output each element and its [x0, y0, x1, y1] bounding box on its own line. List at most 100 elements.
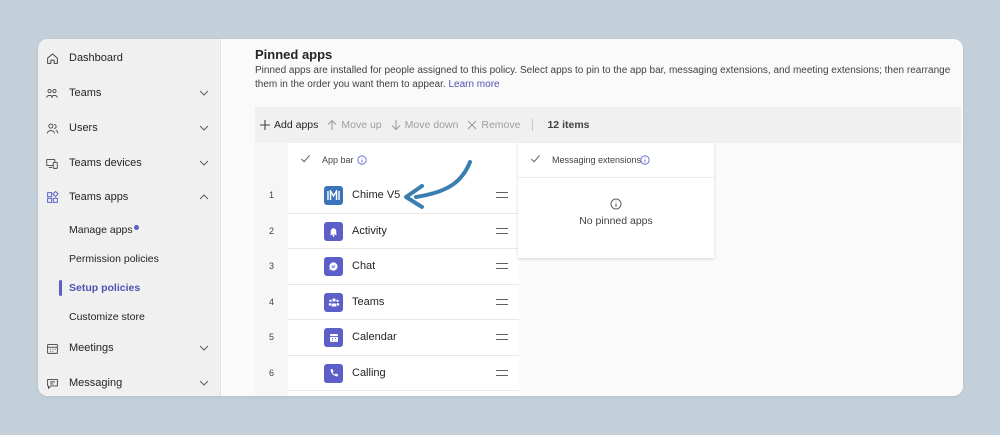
app-bar-list: App bar 1 Chime V5 2 Activity 3 Chat 4 T… [255, 143, 519, 396]
sidebar-item-label: Teams devices [69, 157, 142, 169]
add-apps-button[interactable]: Add apps [259, 119, 318, 131]
drag-handle-icon[interactable] [496, 369, 508, 377]
move-up-label: Move up [341, 119, 382, 131]
drag-handle-icon[interactable] [496, 227, 508, 235]
row-number: 6 [268, 367, 274, 378]
description-text: Pinned apps are installed for people ass… [255, 65, 951, 90]
app-cell[interactable]: Activity [288, 213, 519, 249]
sidebar-item-label: Meetings [69, 342, 114, 354]
sidebar-item-label: Teams apps [69, 191, 129, 203]
list-item[interactable]: 5 Calendar [255, 320, 519, 356]
move-down-label: Move down [404, 119, 459, 131]
sidebar-subitem-manage-apps[interactable]: Manage apps [38, 219, 221, 241]
users-icon [45, 121, 59, 135]
app-bar-header-label: App bar [322, 155, 354, 165]
sidebar-subitem-label: Manage apps [69, 224, 133, 236]
chat-icon [324, 257, 343, 276]
sidebar-item-teams[interactable]: Teams [38, 78, 221, 108]
app-name: Activity [352, 224, 387, 237]
drag-handle-icon[interactable] [496, 298, 508, 306]
sidebar-subitem-label: Permission policies [69, 253, 159, 265]
sidebar-subitem-label: Setup policies [69, 282, 141, 294]
sidebar-item-dashboard[interactable]: Dashboard [38, 43, 221, 73]
list-item[interactable]: 1 Chime V5 [255, 178, 519, 214]
header-divider [518, 177, 714, 178]
arrow-up-icon [326, 119, 338, 131]
list-item[interactable]: 3 Chat [255, 249, 519, 285]
active-indicator [59, 280, 62, 296]
list-item[interactable]: 6 Calling [255, 355, 519, 391]
item-count: 12 items [547, 119, 590, 131]
chevron-down-icon[interactable] [198, 377, 210, 389]
empty-state-text: No pinned apps [579, 215, 653, 227]
drag-handle-icon[interactable] [496, 333, 508, 341]
close-icon [466, 119, 478, 131]
app-cell[interactable]: Chime V5 [288, 178, 519, 214]
message-icon [45, 376, 59, 390]
chevron-down-icon[interactable] [198, 122, 210, 134]
app-name: Calendar [352, 331, 397, 343]
row-number: 3 [268, 261, 274, 271]
list-item[interactable]: 2 Activity [255, 213, 519, 249]
info-icon [610, 198, 622, 210]
chevron-down-icon[interactable] [198, 87, 210, 99]
drag-handle-icon[interactable] [496, 191, 508, 199]
bell-icon [324, 221, 343, 241]
sidebar-subitem-customize-store[interactable]: Customize store [38, 306, 221, 328]
checkmark-icon[interactable] [530, 153, 541, 164]
teams-icon [45, 86, 59, 100]
sidebar-item-meetings[interactable]: Meetings [38, 333, 221, 363]
app-name: Chime V5 [352, 189, 401, 201]
home-icon [45, 51, 59, 65]
list-item[interactable]: 4 Teams [255, 284, 519, 320]
toolbar: Add apps Move up Move down Remove 12 ite… [255, 107, 961, 143]
page-title: Pinned apps [255, 47, 333, 62]
app-cell[interactable]: Chat [288, 249, 519, 285]
app-cell[interactable]: Calendar [288, 320, 519, 356]
chevron-up-icon[interactable] [198, 191, 210, 203]
sidebar-item-label: Users [69, 122, 98, 134]
row-number: 4 [268, 296, 274, 307]
sidebar-item-label: Messaging [69, 377, 123, 389]
sidebar-item-teams-apps[interactable]: Teams apps [38, 182, 221, 212]
app-cell[interactable]: Teams [288, 284, 519, 320]
sidebar-subitem-label: Customize store [69, 311, 145, 323]
remove-label: Remove [481, 119, 521, 131]
apps-icon [45, 190, 59, 204]
toolbar-divider [532, 119, 534, 131]
row-number: 2 [268, 225, 274, 236]
phone-icon [324, 363, 343, 383]
sidebar-subitem-setup-policies[interactable]: Setup policies [38, 277, 221, 299]
chime-icon [324, 186, 343, 205]
devices-icon [45, 156, 59, 170]
drag-handle-icon[interactable] [496, 262, 508, 270]
checkmark-icon[interactable] [300, 153, 311, 164]
app-name: Chat [352, 260, 376, 272]
remove-button[interactable]: Remove [466, 119, 520, 131]
sidebar-item-teams-devices[interactable]: Teams devices [38, 148, 221, 178]
move-up-button[interactable]: Move up [326, 119, 382, 131]
page-description: Pinned apps are installed for people ass… [255, 64, 955, 92]
row-number: 5 [268, 332, 274, 342]
chevron-down-icon[interactable] [198, 342, 210, 354]
info-icon[interactable] [640, 155, 650, 165]
sidebar: Dashboard Teams Users Teams devices Team… [38, 39, 221, 396]
info-icon[interactable] [357, 155, 367, 165]
add-apps-label: Add apps [274, 119, 319, 131]
chevron-down-icon[interactable] [198, 157, 210, 169]
move-down-button[interactable]: Move down [390, 119, 459, 131]
admin-center-window: Dashboard Teams Users Teams devices Team… [38, 39, 963, 396]
app-name: Teams [352, 295, 385, 308]
calendar-icon [324, 328, 343, 347]
calendar-icon [45, 341, 59, 355]
sidebar-item-users[interactable]: Users [38, 113, 221, 143]
row-number: 1 [268, 190, 274, 200]
learn-more-link[interactable]: Learn more [448, 79, 499, 90]
sidebar-subitem-permission-policies[interactable]: Permission policies [38, 248, 221, 270]
main-content: Pinned apps Pinned apps are installed fo… [222, 39, 963, 396]
notification-dot [134, 225, 139, 230]
sidebar-item-messaging[interactable]: Messaging [38, 368, 221, 396]
app-name: Calling [352, 366, 386, 379]
app-cell[interactable]: Calling [288, 355, 519, 391]
messaging-extensions-header-label: Messaging extensions [552, 155, 642, 165]
